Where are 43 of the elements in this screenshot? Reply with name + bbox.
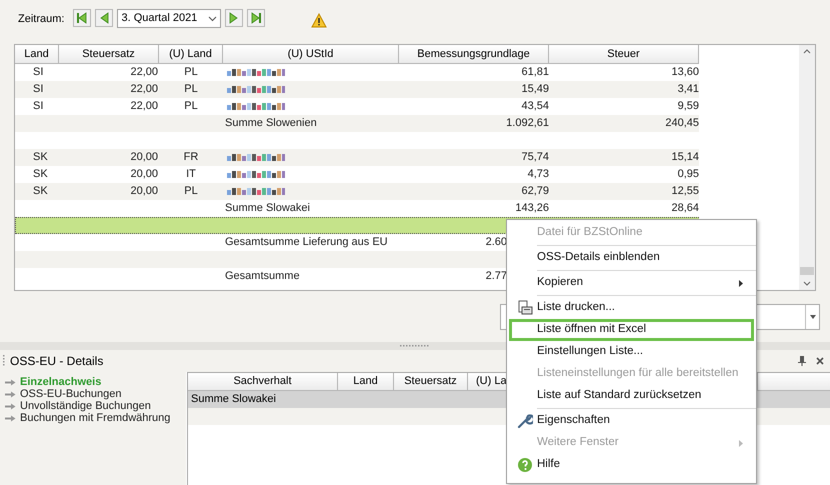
table-cell-text: 1.092,61 [506,116,549,132]
table-cell-text: 61,81 [521,65,549,80]
table-cell-text: 9,59 [678,99,699,114]
table-cell-text: SK [33,150,48,166]
table-cell-text: SI [33,99,44,114]
table-cell-text: 20,00 [130,150,158,166]
table-cell-text: IT [186,167,196,182]
table-cell-text: 22,00 [130,82,158,98]
table-cell-text: 22,00 [130,99,158,114]
table-cell-text: Summe Slowakei [191,392,276,408]
table-cell-text: PL [184,82,198,98]
table-cell-text: PL [184,65,198,80]
table-cell-text: 43,54 [521,99,549,114]
table-cell-text: 12,55 [671,184,699,200]
table-cell-text: 15,14 [671,150,699,166]
table-cell-text: 13,60 [671,65,699,80]
table-cell-text: 143,26 [515,201,549,216]
table-cell-text: SK [33,184,48,200]
table-cell-text: PL [184,99,198,114]
table-cell-text: Gesamtsumme Lieferung aus EU [225,235,388,250]
table-cell-text: 75,74 [521,150,549,166]
table-cell-text: 240,45 [665,116,699,132]
period-label: Zeitraum: [18,12,64,27]
table-cell-text: 22,00 [130,65,158,80]
table-cell-text: Gesamtsumme [225,269,300,284]
table-cell-text: FR [184,150,198,166]
table-cell-text: SK [33,167,48,182]
table-cell-text: 20,00 [130,167,158,182]
table-cell-text: 62,79 [521,184,549,200]
table-cell-text: 28,64 [671,201,699,216]
panel-title: OSS-EU - Details [10,353,104,370]
table-cell-text: SI [33,82,44,98]
table-cell-text: Summe Slowakei [225,201,310,216]
table-cell-text: PL [184,184,198,200]
table-cell-text: Summe Slowenien [225,116,317,132]
table-cell-text: 15,49 [521,82,549,98]
table-cell-text: 20,00 [130,184,158,200]
table-cell-text: 3,41 [678,82,699,98]
table-cell-text: SI [33,65,44,80]
table-cell-text: 4,73 [528,167,549,182]
table-cell-text: 2.60 [486,235,507,250]
table-cell-text: 0,95 [678,167,699,182]
table-cell-text: 2.77 [486,269,507,284]
